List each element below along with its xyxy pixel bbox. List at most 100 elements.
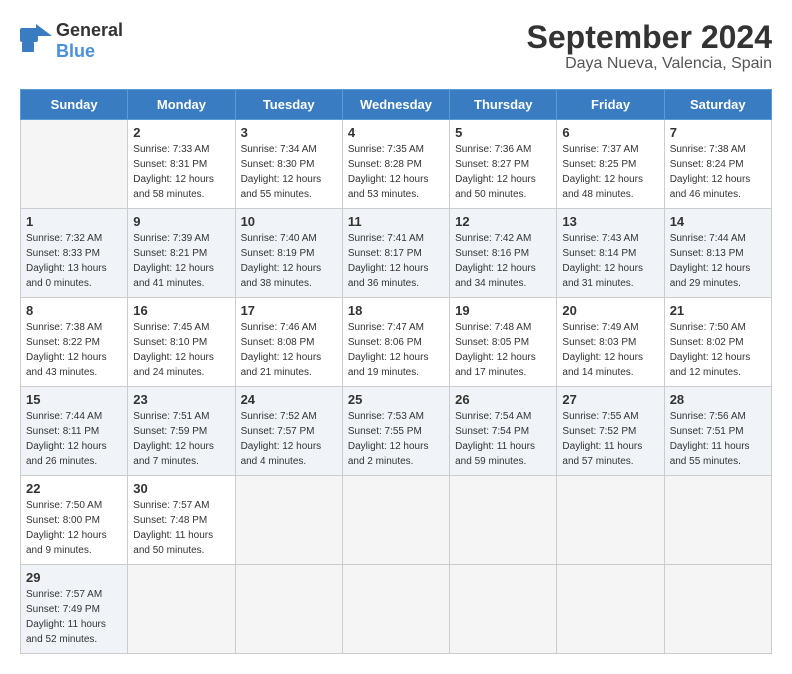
calendar-cell: 19 Sunrise: 7:48 AMSunset: 8:05 PMDaylig…: [450, 298, 557, 387]
logo-mark: [20, 24, 52, 59]
calendar-cell: 1 Sunrise: 7:32 AMSunset: 8:33 PMDayligh…: [21, 209, 128, 298]
day-info: Sunrise: 7:52 AMSunset: 7:57 PMDaylight:…: [241, 409, 337, 469]
day-info: Sunrise: 7:49 AMSunset: 8:03 PMDaylight:…: [562, 320, 658, 380]
calendar-week-row: 8 Sunrise: 7:38 AMSunset: 8:22 PMDayligh…: [21, 298, 772, 387]
calendar-cell: [664, 565, 771, 654]
col-thursday: Thursday: [450, 90, 557, 120]
calendar-cell: 14 Sunrise: 7:44 AMSunset: 8:13 PMDaylig…: [664, 209, 771, 298]
day-info: Sunrise: 7:40 AMSunset: 8:19 PMDaylight:…: [241, 231, 337, 291]
day-info: Sunrise: 7:38 AMSunset: 8:22 PMDaylight:…: [26, 320, 122, 380]
day-info: Sunrise: 7:57 AMSunset: 7:48 PMDaylight:…: [133, 498, 229, 558]
location-title: Daya Nueva, Valencia, Spain: [527, 55, 772, 73]
calendar-cell: 20 Sunrise: 7:49 AMSunset: 8:03 PMDaylig…: [557, 298, 664, 387]
calendar-cell: 30 Sunrise: 7:57 AMSunset: 7:48 PMDaylig…: [128, 476, 235, 565]
day-info: Sunrise: 7:54 AMSunset: 7:54 PMDaylight:…: [455, 409, 551, 469]
calendar-table: Sunday Monday Tuesday Wednesday Thursday…: [20, 89, 772, 654]
day-info: Sunrise: 7:36 AMSunset: 8:27 PMDaylight:…: [455, 142, 551, 202]
day-number: 8: [26, 303, 122, 318]
day-info: Sunrise: 7:53 AMSunset: 7:55 PMDaylight:…: [348, 409, 444, 469]
day-number: 17: [241, 303, 337, 318]
calendar-cell: 9 Sunrise: 7:39 AMSunset: 8:21 PMDayligh…: [128, 209, 235, 298]
calendar-cell: [21, 120, 128, 209]
calendar-cell: 25 Sunrise: 7:53 AMSunset: 7:55 PMDaylig…: [342, 387, 449, 476]
day-info: Sunrise: 7:45 AMSunset: 8:10 PMDaylight:…: [133, 320, 229, 380]
calendar-cell: [557, 565, 664, 654]
col-tuesday: Tuesday: [235, 90, 342, 120]
day-number: 5: [455, 125, 551, 140]
col-monday: Monday: [128, 90, 235, 120]
day-number: 3: [241, 125, 337, 140]
day-number: 6: [562, 125, 658, 140]
day-number: 7: [670, 125, 766, 140]
day-info: Sunrise: 7:41 AMSunset: 8:17 PMDaylight:…: [348, 231, 444, 291]
day-number: 21: [670, 303, 766, 318]
calendar-cell: 18 Sunrise: 7:47 AMSunset: 8:06 PMDaylig…: [342, 298, 449, 387]
day-number: 26: [455, 392, 551, 407]
calendar-cell: [450, 476, 557, 565]
calendar-week-row: 1 Sunrise: 7:32 AMSunset: 8:33 PMDayligh…: [21, 209, 772, 298]
calendar-cell: [557, 476, 664, 565]
calendar-week-row: 15 Sunrise: 7:44 AMSunset: 8:11 PMDaylig…: [21, 387, 772, 476]
day-info: Sunrise: 7:48 AMSunset: 8:05 PMDaylight:…: [455, 320, 551, 380]
day-number: 28: [670, 392, 766, 407]
day-number: 15: [26, 392, 122, 407]
calendar-week-row: 22 Sunrise: 7:50 AMSunset: 8:00 PMDaylig…: [21, 476, 772, 565]
day-info: Sunrise: 7:46 AMSunset: 8:08 PMDaylight:…: [241, 320, 337, 380]
day-info: Sunrise: 7:56 AMSunset: 7:51 PMDaylight:…: [670, 409, 766, 469]
calendar-cell: 7 Sunrise: 7:38 AMSunset: 8:24 PMDayligh…: [664, 120, 771, 209]
day-info: Sunrise: 7:42 AMSunset: 8:16 PMDaylight:…: [455, 231, 551, 291]
day-info: Sunrise: 7:57 AMSunset: 7:49 PMDaylight:…: [26, 587, 122, 647]
day-number: 12: [455, 214, 551, 229]
day-number: 18: [348, 303, 444, 318]
day-info: Sunrise: 7:32 AMSunset: 8:33 PMDaylight:…: [26, 231, 122, 291]
logo: General Blue: [20, 20, 123, 62]
day-info: Sunrise: 7:43 AMSunset: 8:14 PMDaylight:…: [562, 231, 658, 291]
calendar-cell: 4 Sunrise: 7:35 AMSunset: 8:28 PMDayligh…: [342, 120, 449, 209]
col-wednesday: Wednesday: [342, 90, 449, 120]
day-info: Sunrise: 7:47 AMSunset: 8:06 PMDaylight:…: [348, 320, 444, 380]
calendar-cell: [128, 565, 235, 654]
day-number: 20: [562, 303, 658, 318]
calendar-cell: [342, 565, 449, 654]
day-number: 24: [241, 392, 337, 407]
calendar-cell: 27 Sunrise: 7:55 AMSunset: 7:52 PMDaylig…: [557, 387, 664, 476]
day-number: 23: [133, 392, 229, 407]
calendar-cell: 11 Sunrise: 7:41 AMSunset: 8:17 PMDaylig…: [342, 209, 449, 298]
day-number: 4: [348, 125, 444, 140]
calendar-week-row: 29 Sunrise: 7:57 AMSunset: 7:49 PMDaylig…: [21, 565, 772, 654]
day-number: 14: [670, 214, 766, 229]
day-info: Sunrise: 7:44 AMSunset: 8:11 PMDaylight:…: [26, 409, 122, 469]
calendar-cell: [450, 565, 557, 654]
calendar-cell: [664, 476, 771, 565]
calendar-cell: 16 Sunrise: 7:45 AMSunset: 8:10 PMDaylig…: [128, 298, 235, 387]
day-info: Sunrise: 7:38 AMSunset: 8:24 PMDaylight:…: [670, 142, 766, 202]
calendar-cell: 13 Sunrise: 7:43 AMSunset: 8:14 PMDaylig…: [557, 209, 664, 298]
calendar-cell: 6 Sunrise: 7:37 AMSunset: 8:25 PMDayligh…: [557, 120, 664, 209]
calendar-week-row: 2 Sunrise: 7:33 AMSunset: 8:31 PMDayligh…: [21, 120, 772, 209]
day-number: 9: [133, 214, 229, 229]
day-info: Sunrise: 7:44 AMSunset: 8:13 PMDaylight:…: [670, 231, 766, 291]
logo-text: General Blue: [56, 20, 123, 62]
day-info: Sunrise: 7:34 AMSunset: 8:30 PMDaylight:…: [241, 142, 337, 202]
calendar-cell: [235, 476, 342, 565]
calendar-cell: [342, 476, 449, 565]
day-info: Sunrise: 7:50 AMSunset: 8:00 PMDaylight:…: [26, 498, 122, 558]
calendar-cell: 2 Sunrise: 7:33 AMSunset: 8:31 PMDayligh…: [128, 120, 235, 209]
calendar-cell: 22 Sunrise: 7:50 AMSunset: 8:00 PMDaylig…: [21, 476, 128, 565]
day-info: Sunrise: 7:55 AMSunset: 7:52 PMDaylight:…: [562, 409, 658, 469]
day-info: Sunrise: 7:50 AMSunset: 8:02 PMDaylight:…: [670, 320, 766, 380]
title-area: September 2024 Daya Nueva, Valencia, Spa…: [527, 20, 772, 73]
day-number: 10: [241, 214, 337, 229]
col-saturday: Saturday: [664, 90, 771, 120]
calendar-cell: 21 Sunrise: 7:50 AMSunset: 8:02 PMDaylig…: [664, 298, 771, 387]
calendar-cell: 26 Sunrise: 7:54 AMSunset: 7:54 PMDaylig…: [450, 387, 557, 476]
day-number: 13: [562, 214, 658, 229]
calendar-cell: 29 Sunrise: 7:57 AMSunset: 7:49 PMDaylig…: [21, 565, 128, 654]
calendar-cell: 5 Sunrise: 7:36 AMSunset: 8:27 PMDayligh…: [450, 120, 557, 209]
day-number: 22: [26, 481, 122, 496]
calendar-cell: 17 Sunrise: 7:46 AMSunset: 8:08 PMDaylig…: [235, 298, 342, 387]
day-number: 25: [348, 392, 444, 407]
calendar-cell: 28 Sunrise: 7:56 AMSunset: 7:51 PMDaylig…: [664, 387, 771, 476]
calendar-cell: 15 Sunrise: 7:44 AMSunset: 8:11 PMDaylig…: [21, 387, 128, 476]
calendar-cell: 8 Sunrise: 7:38 AMSunset: 8:22 PMDayligh…: [21, 298, 128, 387]
